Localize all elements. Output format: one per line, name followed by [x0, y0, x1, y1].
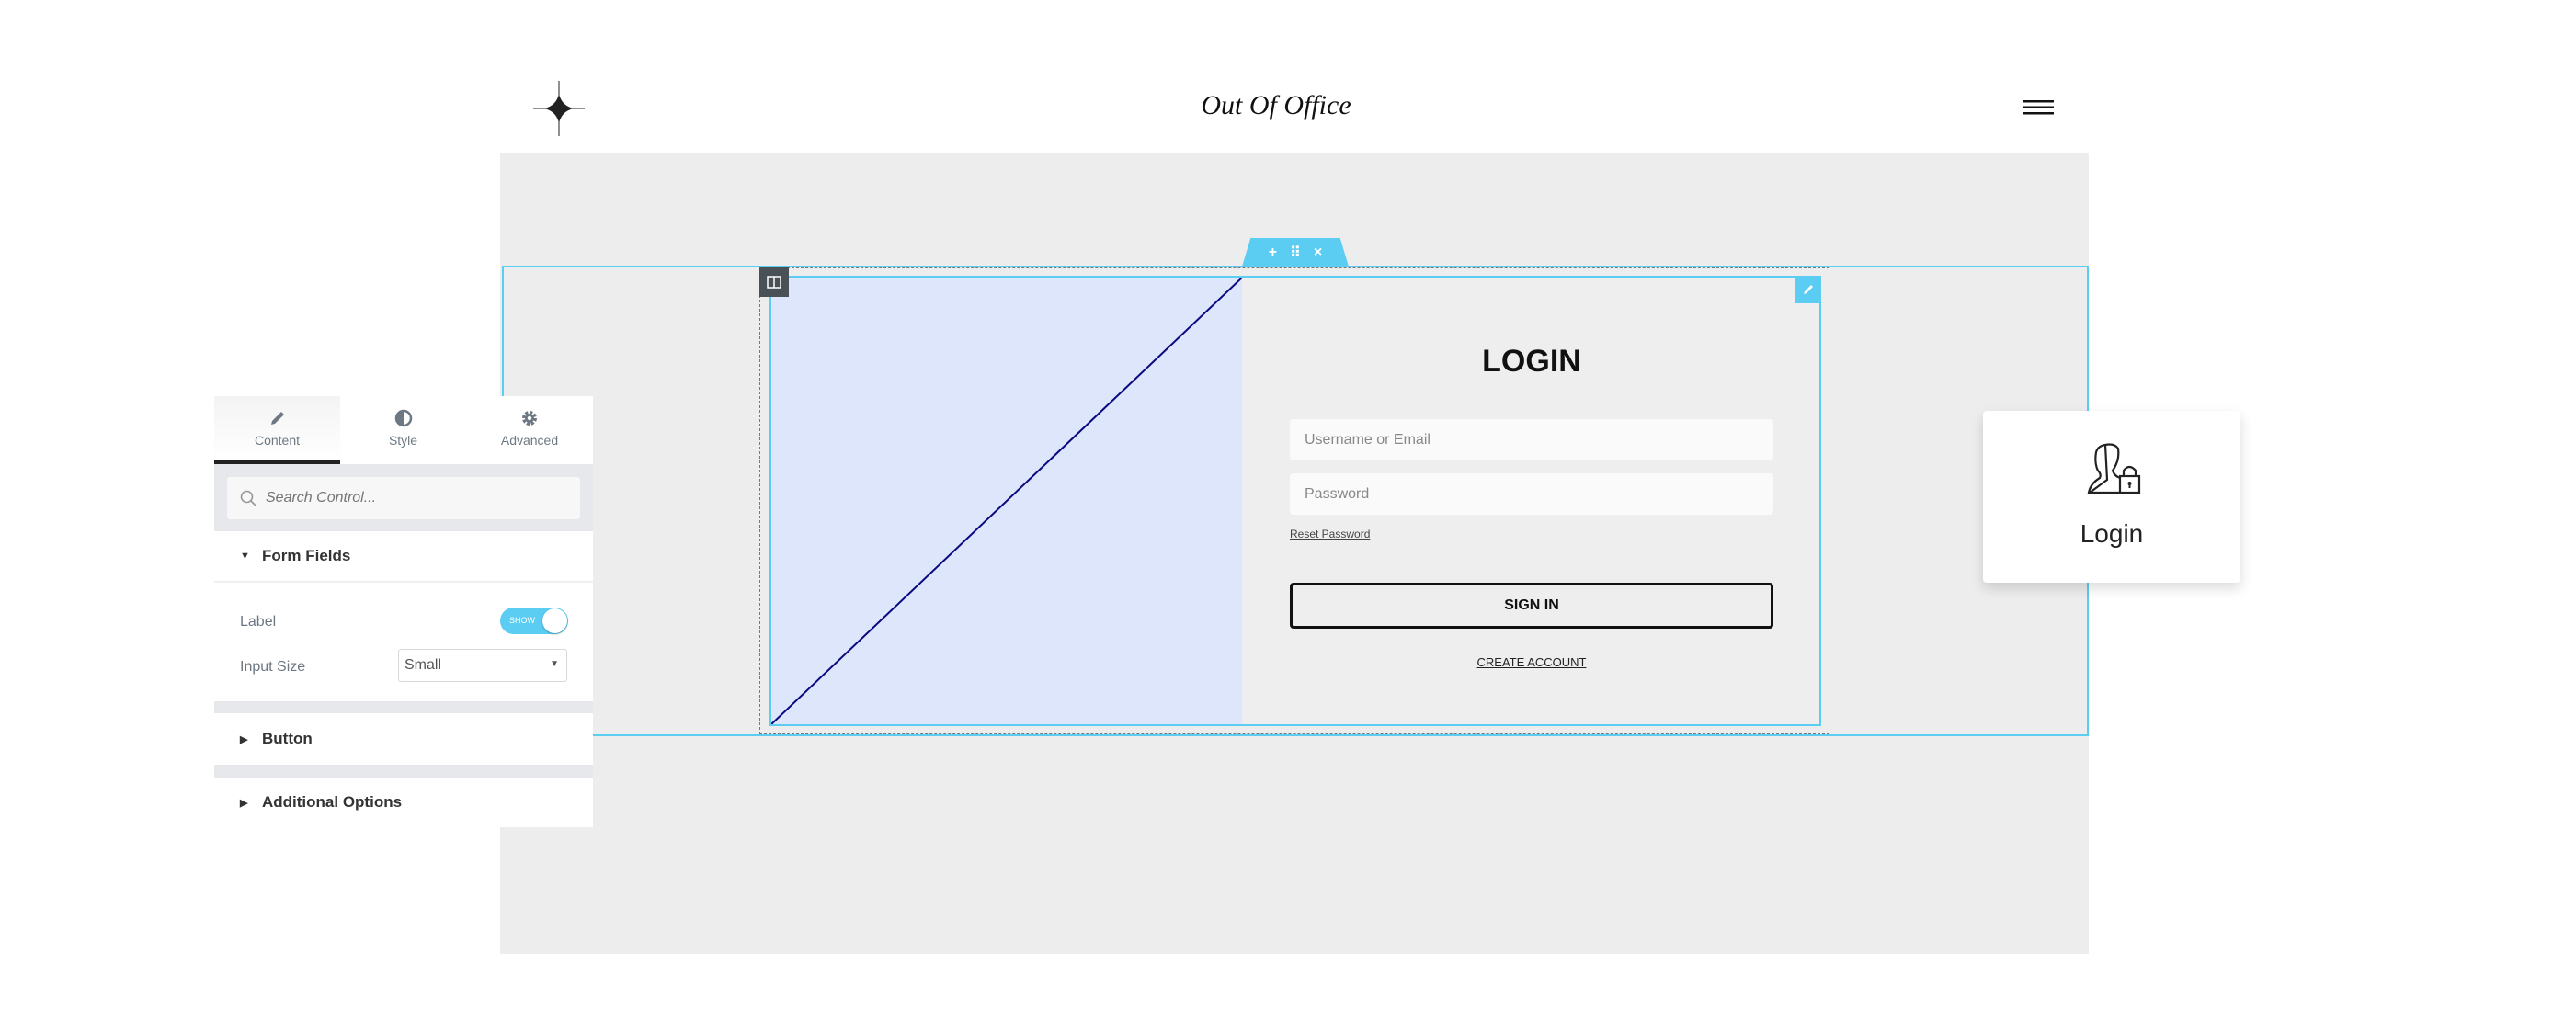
search-icon [240, 490, 256, 506]
editor-panel: Content Style Advanced ▼ Form Fields Labe… [214, 396, 593, 827]
login-widget-card[interactable]: Login [1983, 411, 2240, 583]
hamburger-icon[interactable] [2023, 99, 2054, 116]
caret-right-icon: ▶ [240, 733, 248, 745]
input-size-label: Input Size [240, 659, 306, 675]
password-input[interactable] [1290, 473, 1773, 515]
section-title: Button [262, 730, 313, 747]
tab-content[interactable]: Content [214, 396, 340, 464]
gear-icon [522, 411, 537, 426]
section-form-fields[interactable]: ▼ Form Fields [214, 531, 593, 583]
toggle-knob [542, 608, 567, 633]
label-control-label: Label [240, 614, 277, 630]
tab-advanced[interactable]: Advanced [466, 396, 593, 464]
tab-label: Content [254, 433, 301, 448]
caret-down-icon: ▼ [550, 659, 559, 669]
username-input[interactable] [1290, 419, 1773, 460]
site-title: Out Of Office [1201, 90, 1351, 120]
section-title: Additional Options [262, 793, 403, 811]
drag-section-handle[interactable]: ⠿ [1290, 244, 1301, 262]
login-heading: LOGIN [1482, 344, 1581, 379]
tab-label: Style [388, 433, 418, 448]
label-toggle[interactable]: SHOW [500, 608, 568, 634]
section-title: Form Fields [262, 547, 351, 564]
four-point-star-icon [533, 81, 585, 136]
user-lock-icon [2087, 443, 2141, 494]
column-edit-handle[interactable] [759, 267, 789, 297]
pencil-icon [1803, 285, 1813, 294]
toggle-text: SHOW [509, 616, 535, 625]
search-control-input[interactable] [227, 477, 580, 519]
section-handle[interactable]: + ⠿ × [1242, 238, 1349, 267]
image-placeholder [771, 278, 1242, 724]
edit-widget-button[interactable] [1795, 276, 1821, 303]
tab-label: Advanced [500, 433, 559, 448]
section-button[interactable]: ▶ Button [214, 713, 593, 765]
form-fields-body: Label SHOW Input Size Small ▼ [214, 583, 593, 701]
select-value: Small [405, 657, 442, 673]
add-section-button[interactable]: + [1269, 244, 1277, 261]
input-size-select[interactable]: Small ▼ [398, 649, 567, 682]
login-widget-label: Login [2080, 519, 2144, 548]
columns-icon [767, 276, 781, 289]
pencil-icon [270, 412, 284, 425]
tab-style[interactable]: Style [340, 396, 466, 464]
delete-section-button[interactable]: × [1314, 244, 1322, 261]
section-additional-options[interactable]: ▶ Additional Options [214, 778, 593, 827]
create-account-link[interactable]: CREATE ACCOUNT [1290, 655, 1773, 669]
reset-password-link[interactable]: Reset Password [1290, 528, 1370, 540]
caret-down-icon: ▼ [240, 551, 250, 562]
sign-in-button[interactable]: SIGN IN [1290, 583, 1773, 629]
caret-right-icon: ▶ [240, 797, 248, 809]
contrast-icon [394, 409, 412, 427]
